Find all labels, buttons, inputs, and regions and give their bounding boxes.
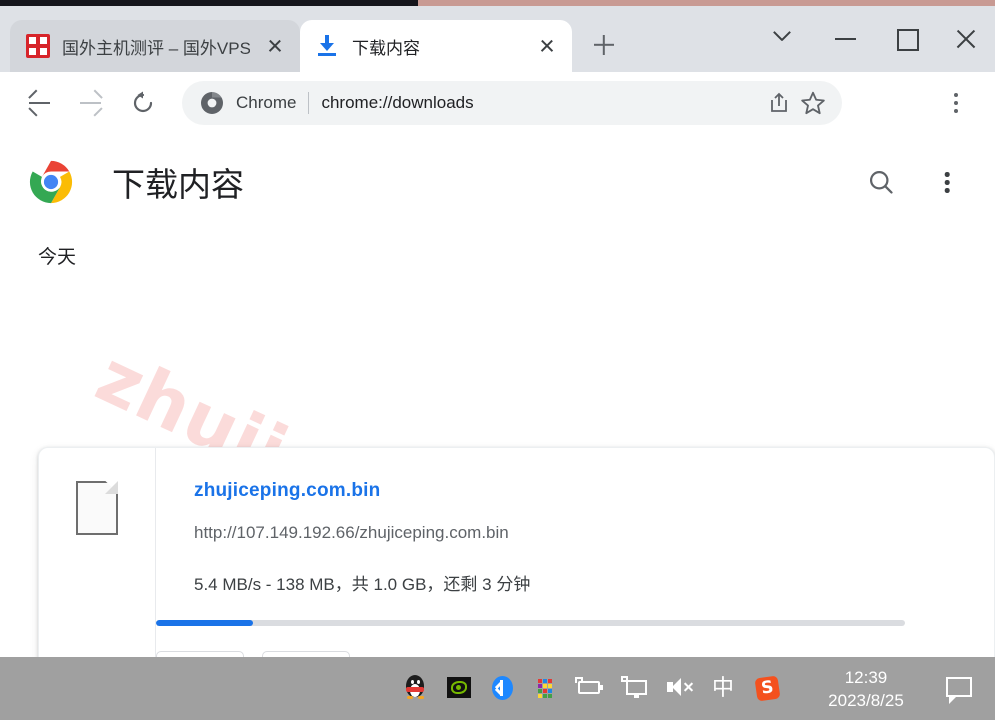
download-progress-bar xyxy=(156,620,905,626)
tab-close-icon[interactable] xyxy=(534,33,560,59)
windows-taskbar: 中 S 12:39 2023/8/25 xyxy=(0,657,995,720)
color-grid-icon[interactable] xyxy=(530,669,564,709)
qq-icon[interactable] xyxy=(398,669,432,709)
omnibox-divider xyxy=(308,92,310,114)
download-progress-fill xyxy=(156,620,254,626)
share-icon[interactable] xyxy=(762,86,796,120)
notification-icon[interactable] xyxy=(943,672,977,706)
bookmark-star-icon[interactable] xyxy=(796,86,830,120)
sogou-icon[interactable]: S xyxy=(750,669,784,709)
taskbar-clock[interactable]: 12:39 2023/8/25 xyxy=(811,666,921,712)
download-file-name-link[interactable]: zhujiceping.com.bin xyxy=(194,480,994,502)
tab-search-chevron-down-icon[interactable] xyxy=(755,6,815,72)
browser-menu-icon[interactable] xyxy=(933,80,979,126)
download-icon xyxy=(316,34,340,58)
download-item-card: zhujiceping.com.bin http://107.149.192.6… xyxy=(38,447,995,657)
bluetooth-icon[interactable] xyxy=(486,669,520,709)
search-icon[interactable] xyxy=(861,162,901,202)
tab-site[interactable]: 国外主机测评 – 国外VPS xyxy=(10,20,300,72)
tab-close-icon[interactable] xyxy=(262,33,288,59)
reload-icon[interactable] xyxy=(120,80,166,126)
tab-downloads-label: 下载内容 xyxy=(352,38,420,58)
browser-toolbar: Chrome chrome://downloads xyxy=(0,72,995,134)
generic-file-icon xyxy=(76,481,118,535)
download-source-url: http://107.149.192.66/zhujiceping.com.bi… xyxy=(194,523,509,542)
tab-site-label: 国外主机测评 – 国外VPS xyxy=(62,38,250,58)
sogou-label: S xyxy=(754,675,781,701)
page-menu-icon[interactable] xyxy=(927,162,967,202)
new-tab-button[interactable] xyxy=(582,23,626,67)
tab-strip: 国外主机测评 – 国外VPS 下载内容 xyxy=(0,6,995,72)
site-seal-favicon xyxy=(26,34,50,58)
downloads-header: 下载内容 xyxy=(0,134,995,230)
minimize-button[interactable] xyxy=(815,6,875,72)
section-label-today: 今天 xyxy=(38,247,77,268)
chrome-icon xyxy=(200,91,224,115)
omnibox-chip-label: Chrome xyxy=(236,93,297,112)
ime-chinese-icon[interactable]: 中 xyxy=(706,669,740,709)
close-window-button[interactable] xyxy=(935,6,995,72)
speaker-muted-icon[interactable] xyxy=(662,669,696,709)
download-file-icon-column xyxy=(39,448,156,657)
download-status-text: 5.4 MB/s - 138 MB，共 1.0 GB，还剩 3 分钟 xyxy=(194,575,531,594)
page-title: 下载内容 xyxy=(112,166,244,203)
screen: 国外主机测评 – 国外VPS 下载内容 Chrome chrome://down… xyxy=(0,0,995,720)
battery-icon[interactable] xyxy=(574,669,608,709)
back-arrow-icon[interactable] xyxy=(16,80,62,126)
forward-arrow-icon[interactable] xyxy=(68,80,114,126)
maximize-button[interactable] xyxy=(875,6,935,72)
clock-time: 12:39 xyxy=(844,667,888,687)
address-bar[interactable]: Chrome chrome://downloads xyxy=(182,81,842,125)
chrome-browser-window: 国外主机测评 – 国外VPS 下载内容 Chrome chrome://down… xyxy=(0,6,995,657)
omnibox-url-text: chrome://downloads xyxy=(321,93,474,112)
chrome-logo xyxy=(28,159,74,205)
window-controls xyxy=(755,6,995,72)
nvidia-icon[interactable] xyxy=(442,669,476,709)
tab-downloads[interactable]: 下载内容 xyxy=(300,20,572,72)
clock-date: 2023/8/25 xyxy=(828,690,904,710)
downloads-page: zhujiceping.com 下载内容 xyxy=(0,134,995,657)
header-actions xyxy=(861,162,967,202)
ime-label: 中 xyxy=(711,675,734,701)
display-icon[interactable] xyxy=(618,669,652,709)
download-details: zhujiceping.com.bin http://107.149.192.6… xyxy=(156,448,994,657)
